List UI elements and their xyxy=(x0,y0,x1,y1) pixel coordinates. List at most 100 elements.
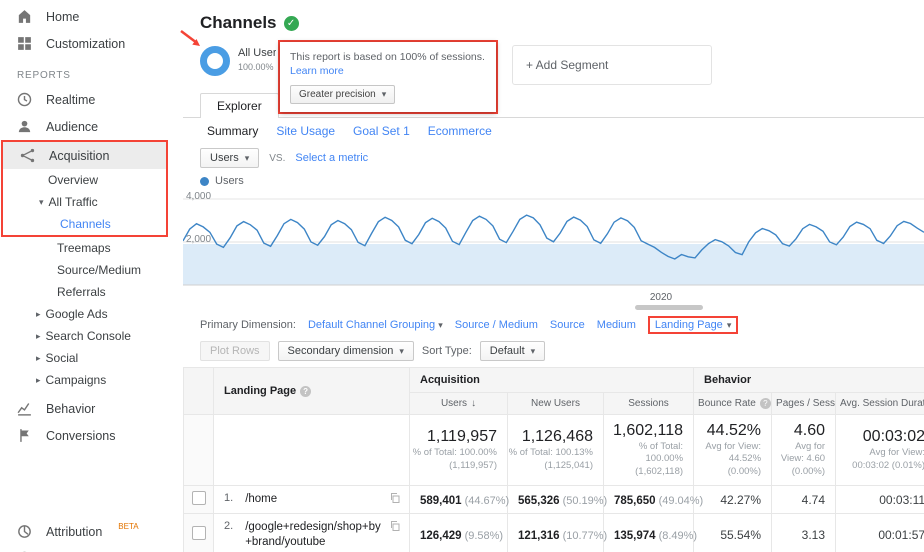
dimension-default-channel-grouping[interactable]: Default Channel Grouping ▾ xyxy=(308,319,443,331)
bounce-rate-column-header[interactable]: Bounce Rate? xyxy=(693,392,773,415)
copy-icon[interactable] xyxy=(389,520,401,535)
help-icon[interactable]: ? xyxy=(300,386,312,397)
dimension-source-medium[interactable]: Source / Medium xyxy=(455,319,538,331)
secondary-dimension-button[interactable]: Secondary dimension ▾ xyxy=(277,341,414,361)
sidebar-item-label: Realtime xyxy=(46,92,96,107)
annotation-box-acquisition: Acquisition Overview ▾ All Traffic Chann… xyxy=(1,140,168,237)
segment-donut-icon[interactable] xyxy=(200,46,230,76)
subtab-site-usage[interactable]: Site Usage xyxy=(276,124,335,138)
sidebar-item-label: Attribution xyxy=(46,524,103,539)
dimension-medium[interactable]: Medium xyxy=(597,319,636,331)
help-icon[interactable]: ? xyxy=(759,398,771,409)
verified-check-icon: ✓ xyxy=(283,15,299,31)
acquisition-icon xyxy=(20,148,35,163)
session-duration-column-header[interactable]: Avg. Session Duration xyxy=(835,392,924,415)
flag-icon xyxy=(20,429,29,442)
tab-explorer[interactable]: Explorer xyxy=(200,93,279,118)
chevron-right-icon: ▸ xyxy=(36,374,41,385)
sidebar-item-overview[interactable]: Overview xyxy=(3,169,166,191)
table-toolbar: Plot Rows Secondary dimension ▾ Sort Typ… xyxy=(183,337,924,365)
sidebar-item-referrals[interactable]: Referrals xyxy=(0,281,183,303)
annotation-box-tooltip: This report is based on 100% of sessions… xyxy=(278,40,498,115)
sidebar-item-google-ads[interactable]: ▸ Google Ads xyxy=(0,303,183,325)
sidebar-item-realtime[interactable]: Realtime xyxy=(0,86,183,113)
landing-page-column-header[interactable]: Landing Page? xyxy=(213,367,410,415)
sidebar-item-all-traffic[interactable]: ▾ All Traffic xyxy=(3,191,166,213)
landing-page-value: /google+redesign/shop+by+brand/youtube xyxy=(245,521,381,548)
sidebar-item-label: Social xyxy=(45,351,79,365)
plot-rows-button[interactable]: Plot Rows xyxy=(200,341,270,361)
sidebar-item-audience[interactable]: Audience xyxy=(0,113,183,140)
table-row: 1. /home 589,401 (44.67%) 565,326 (50.19%)… xyxy=(183,485,924,515)
copy-icon[interactable] xyxy=(389,492,401,507)
sidebar-item-attribution[interactable]: Attribution BETA xyxy=(0,518,183,545)
sidebar-item-search-console[interactable]: ▸ Search Console xyxy=(0,325,183,347)
sidebar: Home Customization REPORTS Realtime Audi… xyxy=(0,0,183,552)
users-line-chart: 4,000 2,000 xyxy=(183,191,924,291)
sidebar-item-label: All Traffic xyxy=(48,195,98,209)
chevron-down-icon: ▾ xyxy=(244,152,250,163)
sidebar-item-campaigns[interactable]: ▸ Campaigns xyxy=(0,369,183,391)
page-header: Channels ✓ xyxy=(183,0,924,35)
sort-type-button[interactable]: Default ▾ xyxy=(479,341,546,361)
chevron-down-icon: ▾ xyxy=(39,196,44,207)
pages-session-column-header[interactable]: Pages / Session? xyxy=(771,392,837,415)
chart-x-axis: 2020 xyxy=(183,291,924,313)
sidebar-item-label: Behavior xyxy=(46,401,96,416)
sidebar-item-discover[interactable]: Discover xyxy=(0,545,183,552)
all-users-segment[interactable]: All Users 100.00% Users xyxy=(238,47,276,72)
subtab-goal-set-1[interactable]: Goal Set 1 xyxy=(353,124,410,138)
main-content: Channels ✓ All Users 100.00% Users This … xyxy=(183,0,924,552)
sidebar-item-label: Customization xyxy=(46,36,126,51)
add-segment-button[interactable]: + Add Segment xyxy=(512,45,712,85)
subnav: Summary Site Usage Goal Set 1 Ecommerce xyxy=(183,118,924,143)
tooltip-text: This report is based on 100% of sessions… xyxy=(290,51,485,63)
chart-scrollbar-handle[interactable] xyxy=(635,305,703,310)
sidebar-item-treemaps[interactable]: Treemaps xyxy=(0,237,183,259)
sidebar-item-label: Home xyxy=(46,9,80,24)
metric-selector[interactable]: Users ▾ xyxy=(200,148,260,168)
x-axis-label: 2020 xyxy=(649,292,673,303)
greater-precision-button[interactable]: Greater precision ▾ xyxy=(290,85,396,105)
row-checkbox[interactable] xyxy=(191,526,206,541)
sidebar-item-social[interactable]: ▸ Social xyxy=(0,347,183,369)
legend-label: Users xyxy=(215,175,244,187)
subtab-summary[interactable]: Summary xyxy=(207,124,258,138)
dimension-landing-page[interactable]: Landing Page xyxy=(655,319,723,331)
sidebar-item-behavior[interactable]: Behavior xyxy=(0,395,183,422)
users-column-header[interactable]: Users ↓ xyxy=(409,392,508,415)
beta-badge: BETA xyxy=(118,522,139,531)
learn-more-link[interactable]: Learn more xyxy=(290,65,344,77)
home-icon xyxy=(18,10,31,23)
sidebar-item-customization[interactable]: Customization xyxy=(0,30,183,57)
sidebar-item-label: Treemaps xyxy=(57,241,111,255)
segment-detail: 100.00% Users xyxy=(238,62,276,72)
precision-tooltip: This report is based on 100% of sessions… xyxy=(280,42,496,113)
summary-duration: 00:03:02 xyxy=(862,428,924,446)
person-icon xyxy=(18,120,31,133)
analytics-app: Home Customization REPORTS Realtime Audi… xyxy=(0,0,924,552)
page-title: Channels xyxy=(200,13,277,32)
chevron-down-icon: ▾ xyxy=(726,319,732,330)
sort-type-label: Sort Type: xyxy=(421,345,472,357)
acquisition-group-header: Acquisition xyxy=(408,367,695,393)
y-axis-tick: 4,000 xyxy=(186,191,212,202)
sidebar-item-label: Conversions xyxy=(46,428,116,443)
select-metric-link[interactable]: Select a metric xyxy=(295,152,368,164)
row-checkbox[interactable] xyxy=(191,491,206,506)
new-users-column-header[interactable]: New Users xyxy=(507,392,604,415)
dimension-source[interactable]: Source xyxy=(550,319,585,331)
sidebar-item-label: Acquisition xyxy=(49,148,110,163)
sidebar-item-acquisition[interactable]: Acquisition xyxy=(3,142,166,169)
segment-name: All Users xyxy=(238,47,276,59)
sidebar-item-source-medium[interactable]: Source/Medium xyxy=(0,259,183,281)
sidebar-item-home[interactable]: Home xyxy=(0,3,183,30)
sidebar-item-label: Google Ads xyxy=(45,307,108,321)
subtab-ecommerce[interactable]: Ecommerce xyxy=(428,124,492,138)
sidebar-item-channels[interactable]: Channels xyxy=(3,213,166,235)
sessions-column-header[interactable]: Sessions xyxy=(602,392,695,415)
table-row: 2. /google+redesign/shop+by+brand/youtub… xyxy=(183,513,924,552)
sidebar-item-conversions[interactable]: Conversions xyxy=(0,422,183,449)
chevron-right-icon: ▸ xyxy=(36,330,41,341)
chevron-down-icon: ▾ xyxy=(530,345,536,356)
